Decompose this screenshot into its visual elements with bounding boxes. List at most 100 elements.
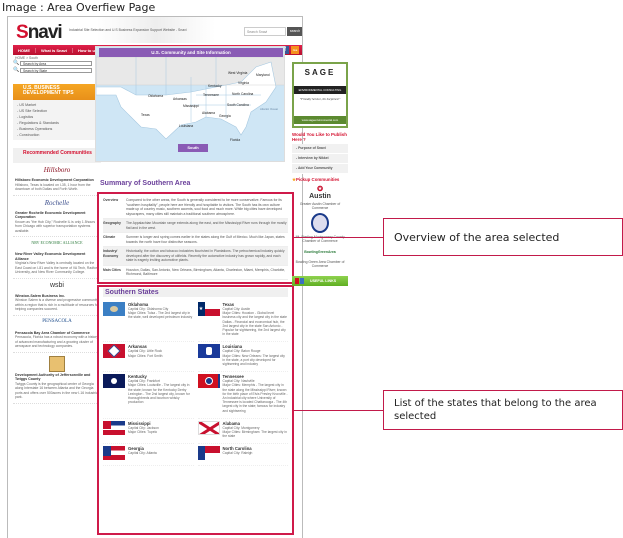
state-capital: Capital City: Little Rock bbox=[128, 349, 163, 354]
state-cities: Major Cities: Tulsa - The 2nd largest ci… bbox=[128, 311, 193, 320]
community-item[interactable]: wsbi Winston-Salem Business Inc. Winston… bbox=[13, 279, 101, 316]
business-tips-header: U.S. BUSINESS DEVELOPMENT TIPS bbox=[13, 84, 101, 100]
state-item-north-carolina[interactable]: North Carolina Capital City: Raleigh bbox=[197, 444, 288, 467]
state-item-mississippi[interactable]: Mississippi Capital City: Jackson Major Ci… bbox=[103, 419, 194, 445]
map-label-south-carolina[interactable]: South Carolina bbox=[227, 103, 249, 107]
useful-links-button[interactable]: USEFUL LINKS bbox=[292, 276, 348, 286]
publish-link-add-community[interactable]: - Add Your Community bbox=[292, 164, 348, 174]
states-title: Southern States bbox=[103, 288, 288, 297]
map-label-atlantic-ocean: Atlantic Ocean bbox=[260, 107, 279, 111]
binder-icon bbox=[300, 278, 304, 284]
community-logo: Rochelle bbox=[44, 198, 70, 207]
pickup-item-austin[interactable]: ✪ Austin Greater Austin Chamber of Commer… bbox=[292, 186, 348, 210]
arkansas-flag-icon bbox=[103, 344, 125, 359]
tips-item[interactable]: - Construction bbox=[17, 132, 97, 138]
community-desc: Hillsboro, Texas is located on I-35, 1 h… bbox=[15, 182, 91, 192]
summary-key: Industry/ Economy bbox=[103, 249, 119, 258]
map-label-kentucky[interactable]: Kentucky bbox=[208, 84, 222, 88]
tips-title: U.S. BUSINESS DEVELOPMENT TIPS bbox=[23, 85, 74, 96]
state-item-louisiana[interactable]: Louisiana Capital City: Baton Rouge Major … bbox=[197, 342, 288, 373]
sage-ad-banner[interactable]: SAGE ENVIRONMENTAL CONSULTING "Friendly … bbox=[292, 62, 348, 128]
map-label-tennessee[interactable]: Tennessee bbox=[203, 93, 219, 97]
austin-logo: ✪ Austin bbox=[309, 186, 331, 200]
callout-states: List of the states that belong to the ar… bbox=[383, 390, 623, 430]
mt-sterling-logo bbox=[292, 213, 348, 235]
community-item[interactable]: Development Authority of Jeffersonville … bbox=[13, 353, 101, 404]
community-logo bbox=[15, 355, 99, 372]
publish-link-interview[interactable]: - Interview by Nikkei bbox=[292, 154, 348, 164]
north-carolina-flag-icon bbox=[197, 446, 220, 461]
summary-key: Geography bbox=[103, 221, 121, 225]
site-header: Snavi Industrial Site Selection and U.S … bbox=[8, 17, 302, 44]
community-title[interactable]: New River Valley Economic Development Al… bbox=[15, 252, 99, 261]
state-item-oklahoma[interactable]: Oklahoma Capital City: Oklahoma City Major… bbox=[103, 300, 194, 343]
search-by-state-select[interactable]: Search by State bbox=[20, 68, 92, 73]
georgia-flag-icon bbox=[103, 446, 125, 461]
community-desc: Pensacola, Florida has a robust economy … bbox=[15, 335, 99, 348]
state-item-kentucky[interactable]: Kentucky Capital City: Frankfort Major Cit… bbox=[103, 372, 194, 419]
map-label-georgia[interactable]: Georgia bbox=[219, 114, 231, 118]
state-item-georgia[interactable]: Georgia Capital City: Atlanta bbox=[103, 444, 194, 467]
map-label-arkansas[interactable]: Arkansas bbox=[173, 97, 187, 101]
map-label-west-virginia[interactable]: West Virginia bbox=[228, 71, 247, 75]
state-cities: Major Cities: Memphis - The largest city… bbox=[222, 383, 288, 413]
summary-title: Summary of Southern Area bbox=[100, 180, 191, 187]
search-icon: 🔍 bbox=[13, 67, 20, 73]
community-title[interactable]: Greater Rochelle Economic Development Co… bbox=[15, 211, 99, 220]
community-title[interactable]: Hillsboro Economic Development Corporati… bbox=[15, 178, 99, 183]
publish-link-purpose[interactable]: - Purpose of Snavi bbox=[292, 144, 348, 154]
state-capital: Capital City: Atlanta bbox=[128, 451, 157, 456]
community-item[interactable]: NRV ECONOMIC ALLIANCE New River Valley E… bbox=[13, 237, 101, 279]
community-desc: Virginia's New River Valley is centrally… bbox=[15, 261, 99, 274]
map-label-maryland[interactable]: Maryland bbox=[256, 73, 270, 77]
callout-connector bbox=[294, 237, 383, 238]
south-region-button[interactable]: South bbox=[178, 144, 208, 152]
search-by-area-select[interactable]: Search by Area bbox=[20, 61, 92, 66]
state-cities: Major Cities: Birmingham: The largest ci… bbox=[222, 430, 287, 439]
sage-quote: "Friendly Service, No Surprises!" bbox=[299, 97, 341, 101]
snavi-logo[interactable]: Snavi bbox=[16, 22, 63, 44]
map-label-texas[interactable]: Texas bbox=[141, 113, 150, 117]
callout-connector bbox=[294, 410, 383, 411]
state-item-tennessee[interactable]: Tennessee Capital City: Nashville Major Ci… bbox=[197, 372, 288, 419]
summary-value: Compared to the other areas, the South i… bbox=[126, 198, 283, 216]
map-label-florida[interactable]: Florida bbox=[230, 138, 240, 142]
image-caption: Image : Area Overfiew Page bbox=[2, 1, 156, 14]
louisiana-flag-icon bbox=[197, 344, 220, 359]
left-sidebar: 🔍 Search by Area 🔍 Search by State U.S. … bbox=[13, 61, 101, 404]
logo-text: navi bbox=[27, 22, 63, 43]
pickup-name[interactable]: Greater Austin Chamber of Commerce bbox=[292, 202, 348, 210]
pickup-item-mt-sterling[interactable]: Mt. Sterling-Montgomery County Chamber o… bbox=[292, 213, 348, 243]
summary-value: Summer is longer and spring comes earlie… bbox=[126, 235, 285, 244]
rss-icon[interactable]: rss bbox=[291, 46, 299, 54]
pickup-name[interactable]: Bowling Green Area Chamber of Commerce bbox=[292, 260, 348, 268]
us-map[interactable]: U.S. Community and Site Information West… bbox=[95, 46, 285, 162]
nav-what-is-snavi[interactable]: What is Snavi bbox=[36, 47, 74, 53]
state-capital: Capital City: Raleigh bbox=[222, 451, 253, 456]
state-item-alabama[interactable]: Alabama Capital City: Montgomery Major Cit… bbox=[197, 419, 288, 445]
community-item[interactable]: Hillsboro Hillsboro Economic Development… bbox=[13, 163, 101, 196]
map-label-north-carolina[interactable]: North Carolina bbox=[232, 92, 253, 96]
state-item-texas[interactable]: ★ Texas Capital City: Austin Major Cities:… bbox=[197, 300, 288, 343]
pickup-item-bowling-green[interactable]: BowlingGreenArea Bowling Green Area Cham… bbox=[292, 246, 348, 268]
texas-flag-icon: ★ bbox=[197, 302, 220, 316]
tennessee-flag-icon bbox=[197, 374, 220, 389]
right-sidebar: SAGE ENVIRONMENTAL CONSULTING "Friendly … bbox=[292, 62, 352, 286]
summary-key: Overview bbox=[103, 198, 119, 202]
map-label-oklahoma[interactable]: Oklahoma bbox=[148, 94, 163, 98]
map-label-alabama[interactable]: Alabama bbox=[202, 111, 215, 115]
search-button[interactable]: search bbox=[287, 27, 302, 36]
community-item[interactable]: PENSACOLA Pensacola Bay Area Chamber of … bbox=[13, 316, 101, 353]
sage-band: ENVIRONMENTAL CONSULTING bbox=[294, 86, 346, 94]
community-title[interactable]: Development Authority of Jeffersonville … bbox=[15, 373, 99, 382]
state-item-arkansas[interactable]: Arkansas Capital City: Little Rock Major C… bbox=[103, 342, 194, 373]
search-input[interactable]: Search Snavi bbox=[244, 27, 286, 36]
map-label-virginia[interactable]: Virginia bbox=[238, 81, 249, 85]
bowling-green-logo: BowlingGreenArea bbox=[304, 250, 336, 254]
sage-url[interactable]: www.sageenvironmental.com bbox=[294, 116, 346, 124]
state-cities: Major Cities: New Orleans: The largest c… bbox=[222, 353, 285, 367]
map-label-mississippi[interactable]: Mississippi bbox=[183, 104, 199, 108]
map-label-louisiana[interactable]: Louisiana bbox=[179, 124, 193, 128]
community-item[interactable]: Rochelle Greater Rochelle Economic Devel… bbox=[13, 196, 101, 237]
nav-home[interactable]: HOME bbox=[13, 47, 36, 53]
